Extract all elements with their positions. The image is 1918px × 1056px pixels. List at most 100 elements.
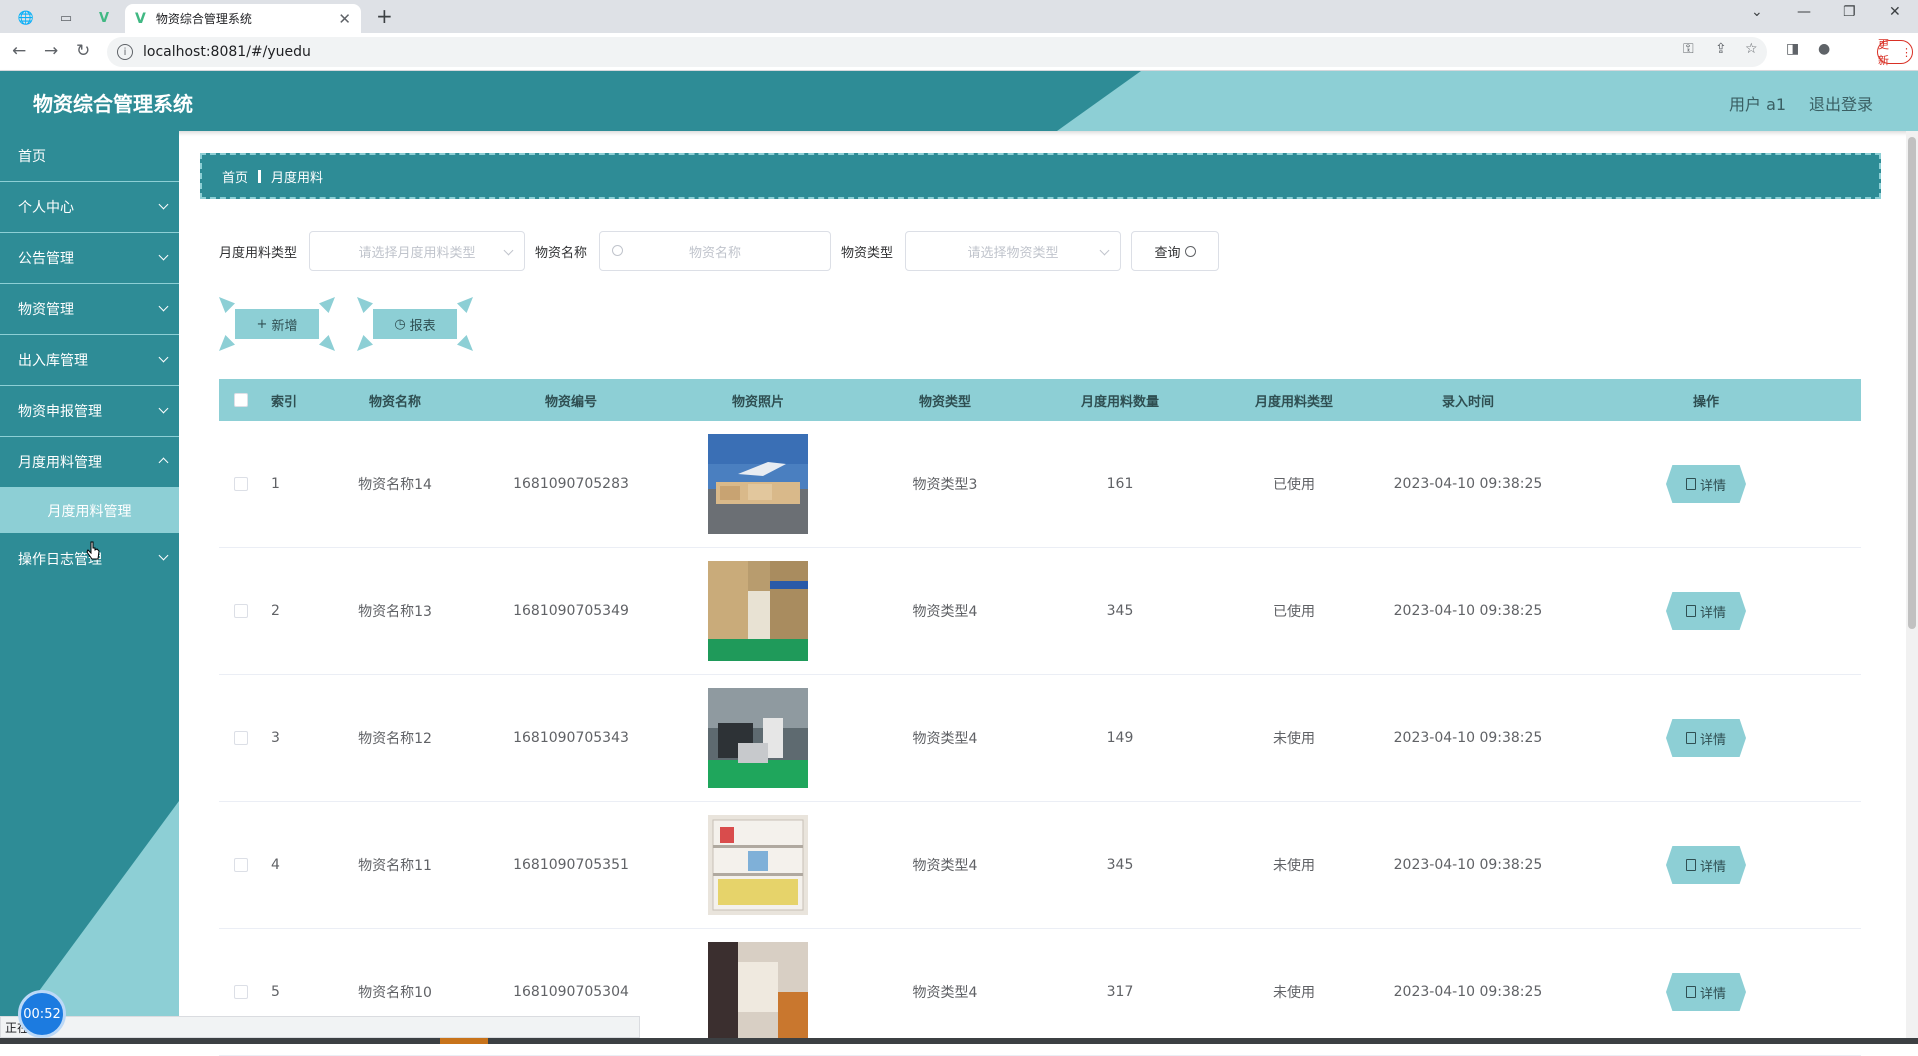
goods-type-select[interactable]: 请选择物资类型 bbox=[905, 231, 1122, 271]
update-button[interactable]: 更新 ⋮ bbox=[1877, 38, 1913, 67]
goods-name-input[interactable]: 物资名称 bbox=[599, 231, 832, 271]
cell-usage-type: 已使用 bbox=[1273, 604, 1315, 620]
detail-label: 详情 bbox=[1699, 986, 1726, 1002]
url-field[interactable]: i localhost:8081/#/yuedu bbox=[107, 37, 1767, 67]
sidebar: 首页 个人中心 公告管理 物资管理 出入库管理 物资申报管理 月度用料管理 月度… bbox=[0, 131, 179, 1044]
document-icon bbox=[1685, 478, 1696, 490]
sidebar-item-home[interactable]: 首页 bbox=[0, 131, 179, 182]
report-button[interactable]: ◷ 报表 bbox=[357, 297, 473, 351]
chevron-down-icon bbox=[158, 199, 169, 210]
usage-type-label: 月度用料类型 bbox=[219, 245, 298, 261]
search-icon bbox=[1184, 245, 1196, 257]
detail-label: 详情 bbox=[1699, 605, 1726, 621]
close-window-icon[interactable]: ✕ bbox=[1889, 4, 1901, 20]
breadcrumb-home[interactable]: 首页 bbox=[222, 167, 248, 186]
cell-qty: 317 bbox=[1106, 984, 1134, 1000]
mouse-cursor-icon bbox=[86, 541, 100, 560]
breadcrumb-separator bbox=[258, 169, 262, 183]
sidebar-item-personal-center[interactable]: 个人中心 bbox=[0, 182, 179, 233]
forward-icon[interactable]: → bbox=[44, 41, 58, 61]
vue-tab-icon[interactable]: V bbox=[90, 6, 118, 30]
cell-code: 1681090705351 bbox=[513, 857, 629, 873]
close-tab-icon[interactable]: ✕ bbox=[338, 10, 351, 28]
taskbar-strip bbox=[0, 1038, 1918, 1044]
tab-search-icon[interactable]: ⌄ bbox=[1751, 4, 1763, 20]
goods-photo[interactable] bbox=[708, 561, 808, 661]
sidebar-item-label: 物资申报管理 bbox=[18, 404, 102, 420]
recording-timer[interactable]: 00:52 bbox=[18, 990, 66, 1038]
cell-time: 2023-04-10 09:38:25 bbox=[1393, 984, 1543, 1000]
share-icon[interactable]: ⇪ bbox=[1715, 41, 1727, 57]
logout-link[interactable]: 退出登录 bbox=[1809, 91, 1873, 115]
app-title: 物资综合管理系统 bbox=[33, 92, 193, 116]
cell-time: 2023-04-10 09:38:25 bbox=[1393, 857, 1543, 873]
goods-photo[interactable] bbox=[708, 942, 808, 1042]
cell-index: 3 bbox=[271, 730, 280, 746]
key-icon[interactable]: ⚿ bbox=[1683, 41, 1694, 57]
table-row: 3 物资名称12 1681090705343 物资类型4 149 未使用 202… bbox=[219, 675, 1861, 802]
row-checkbox[interactable] bbox=[234, 731, 248, 745]
cell-qty: 149 bbox=[1106, 730, 1134, 746]
row-checkbox[interactable] bbox=[234, 477, 248, 491]
add-button[interactable]: + 新增 bbox=[219, 297, 335, 351]
goods-type-placeholder: 请选择物资类型 bbox=[967, 245, 1059, 261]
blank-tab-icon[interactable]: ▭ bbox=[52, 6, 80, 30]
report-label: 报表 bbox=[409, 318, 436, 334]
profile-icon[interactable]: ● bbox=[1818, 41, 1830, 57]
tab-title: 物资综合管理系统 bbox=[155, 12, 252, 26]
cell-usage-type: 已使用 bbox=[1273, 477, 1315, 493]
sidebar-item-announcements[interactable]: 公告管理 bbox=[0, 233, 179, 284]
cell-qty: 345 bbox=[1106, 603, 1134, 619]
goods-name-label: 物资名称 bbox=[535, 245, 588, 261]
scrollbar-thumb[interactable] bbox=[1908, 137, 1916, 629]
document-icon bbox=[1685, 859, 1696, 871]
globe-icon[interactable]: 🌐 bbox=[12, 6, 40, 30]
row-checkbox[interactable] bbox=[234, 604, 248, 618]
goods-photo[interactable] bbox=[708, 815, 808, 915]
restore-icon[interactable]: ❐ bbox=[1843, 4, 1856, 20]
usage-type-select[interactable]: 请选择月度用料类型 bbox=[309, 231, 526, 271]
sidebar-item-label: 首页 bbox=[18, 149, 46, 165]
page-scrollbar[interactable] bbox=[1906, 131, 1918, 1038]
detail-button[interactable]: 详情 bbox=[1666, 592, 1746, 630]
cell-code: 1681090705349 bbox=[513, 603, 629, 619]
query-button[interactable]: 查询 bbox=[1131, 231, 1220, 271]
cell-qty: 161 bbox=[1106, 476, 1134, 492]
chevron-down-icon bbox=[158, 250, 169, 261]
sidebar-item-inout[interactable]: 出入库管理 bbox=[0, 335, 179, 386]
side-panel-icon[interactable]: ◨ bbox=[1786, 41, 1799, 57]
new-tab-icon[interactable]: + bbox=[376, 4, 393, 28]
row-checkbox[interactable] bbox=[234, 985, 248, 999]
cell-code: 1681090705343 bbox=[513, 730, 629, 746]
detail-button[interactable]: 详情 bbox=[1666, 465, 1746, 503]
info-icon[interactable]: i bbox=[117, 44, 133, 60]
select-all-checkbox[interactable] bbox=[234, 393, 248, 407]
sidebar-subitem-monthly-usage[interactable]: 月度用料管理 bbox=[0, 488, 179, 533]
detail-button[interactable]: 详情 bbox=[1666, 719, 1746, 757]
sidebar-item-monthly-usage[interactable]: 月度用料管理 bbox=[0, 437, 179, 488]
cell-name: 物资名称13 bbox=[358, 604, 432, 620]
goods-photo[interactable] bbox=[708, 688, 808, 788]
bookmark-star-icon[interactable]: ☆ bbox=[1745, 41, 1758, 57]
chevron-down-icon bbox=[158, 352, 169, 363]
more-icon: ⋮ bbox=[1901, 45, 1912, 59]
row-checkbox[interactable] bbox=[234, 858, 248, 872]
goods-photo[interactable] bbox=[708, 434, 808, 534]
detail-button[interactable]: 详情 bbox=[1666, 846, 1746, 884]
back-icon[interactable]: ← bbox=[12, 41, 26, 61]
browser-tab-active[interactable]: V 物资综合管理系统 ✕ bbox=[125, 4, 361, 33]
document-icon bbox=[1685, 605, 1696, 617]
sidebar-item-label: 公告管理 bbox=[18, 251, 74, 267]
cell-type: 物资类型4 bbox=[912, 731, 978, 747]
breadcrumb-current: 月度用料 bbox=[271, 170, 324, 186]
detail-button[interactable]: 详情 bbox=[1666, 973, 1746, 1011]
sidebar-item-declaration[interactable]: 物资申报管理 bbox=[0, 386, 179, 437]
current-user: 用户 a1 bbox=[1729, 95, 1787, 114]
sidebar-item-goods[interactable]: 物资管理 bbox=[0, 284, 179, 335]
document-icon bbox=[1685, 732, 1696, 744]
data-table: 索引 物资名称 物资编号 物资照片 物资类型 月度用料数量 月度用料类型 录入时… bbox=[219, 379, 1861, 1056]
add-label: 新增 bbox=[271, 318, 298, 334]
reload-icon[interactable]: ↻ bbox=[76, 41, 90, 61]
minimize-icon[interactable]: — bbox=[1797, 4, 1811, 20]
cell-usage-type: 未使用 bbox=[1273, 731, 1315, 747]
